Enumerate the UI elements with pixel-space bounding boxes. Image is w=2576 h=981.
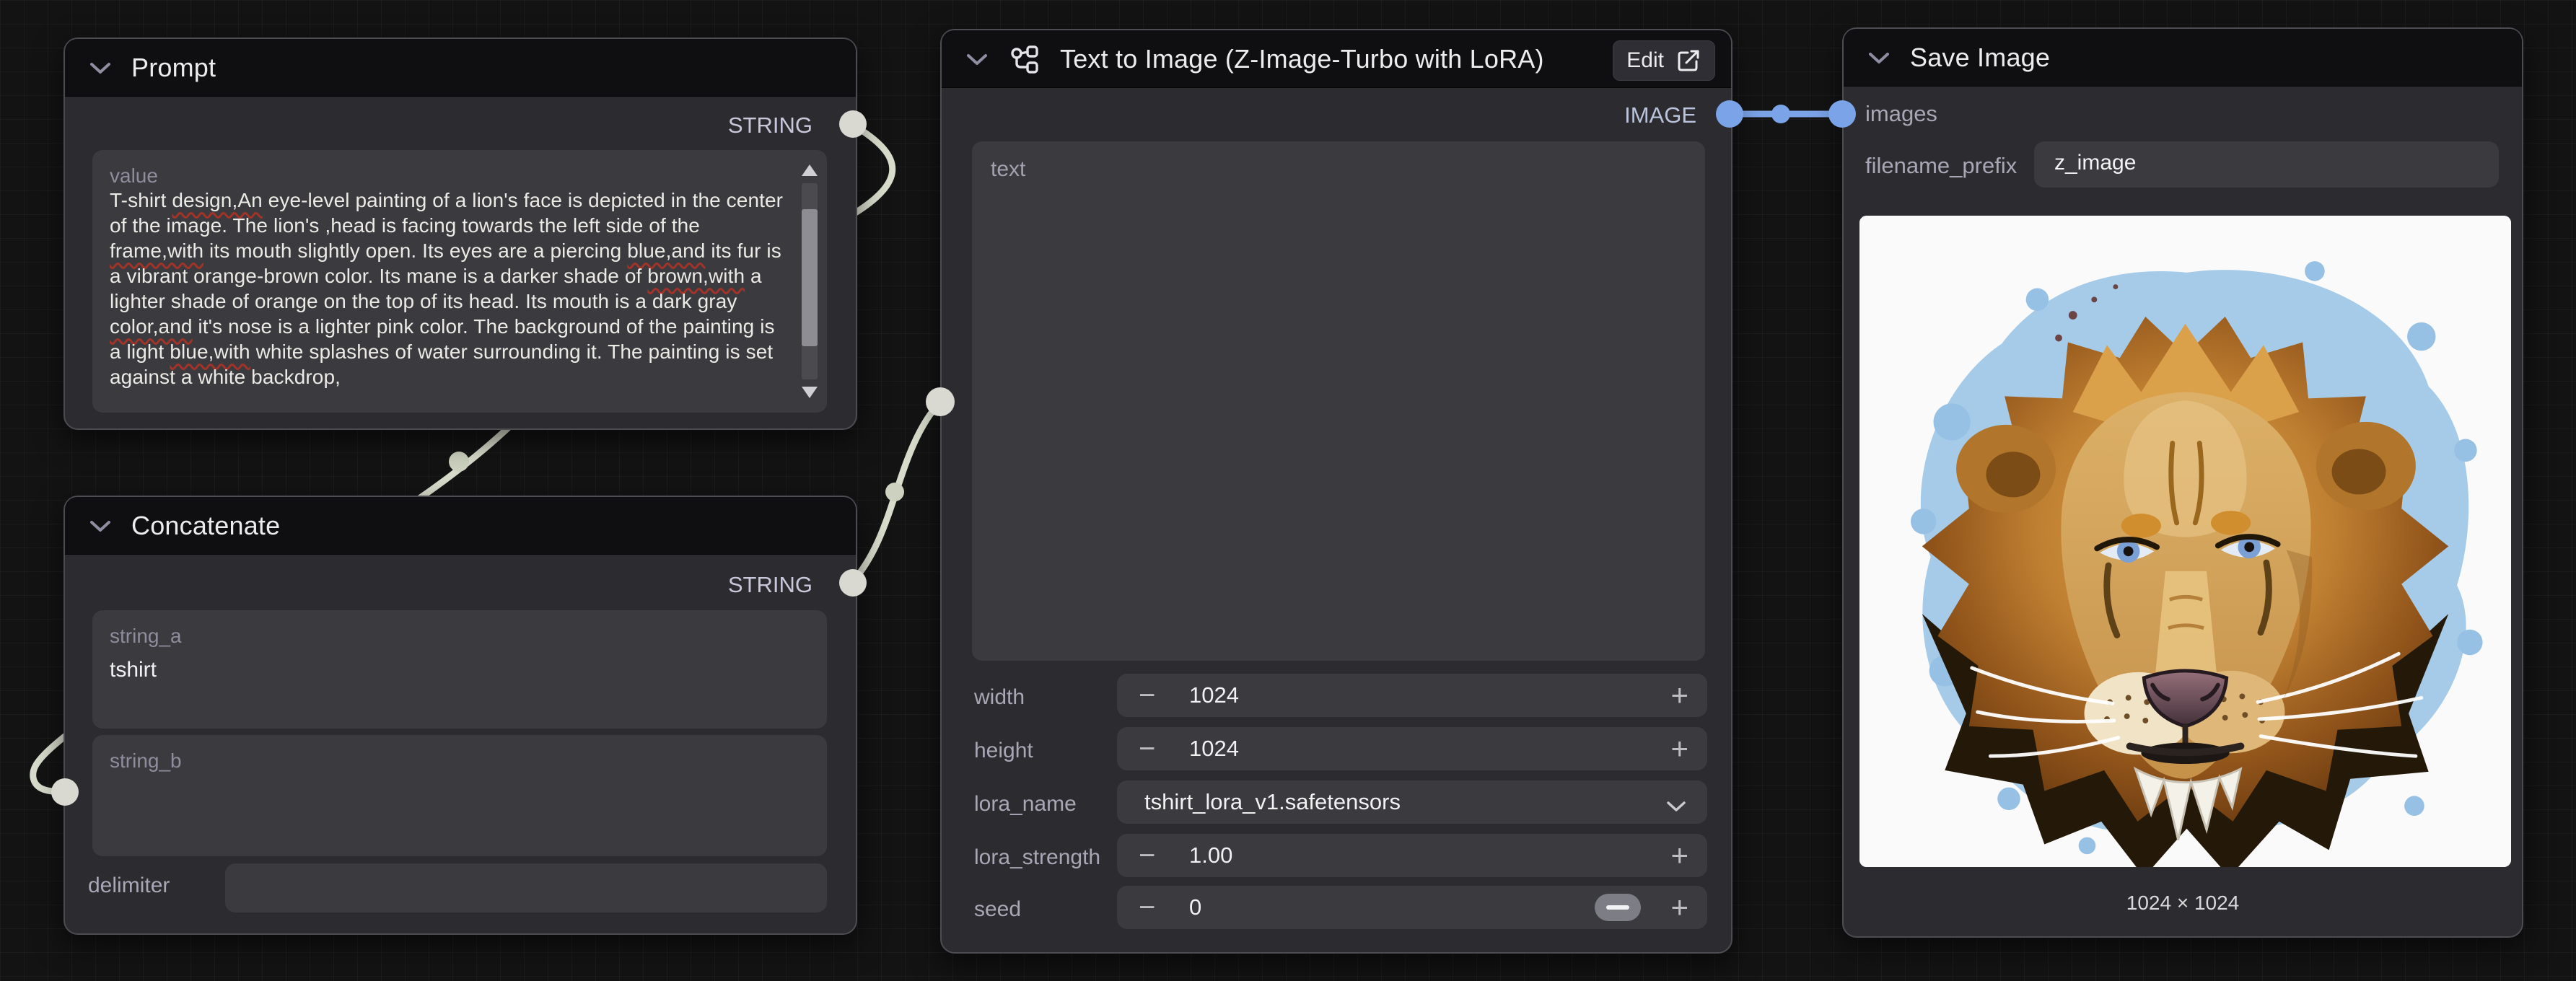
collapse-chevron-icon[interactable]: [966, 53, 988, 66]
decrement-icon[interactable]: −: [1139, 841, 1155, 870]
scrollbar-thumb[interactable]: [802, 209, 818, 346]
string-a-value[interactable]: tshirt: [110, 658, 810, 682]
generated-image-preview[interactable]: [1859, 216, 2511, 867]
node-prompt-header[interactable]: Prompt: [65, 39, 856, 97]
collapse-chevron-icon[interactable]: [89, 519, 111, 532]
textarea-scrollbar[interactable]: [799, 159, 820, 404]
port-concatenate-string-b-input[interactable]: [51, 778, 79, 806]
widget-label: lora_strength: [974, 845, 1100, 870]
decrement-icon[interactable]: −: [1139, 893, 1155, 922]
delimiter-input[interactable]: [225, 863, 827, 912]
height-number-widget[interactable]: − 1024 +: [1117, 727, 1707, 770]
port-concatenate-string-output[interactable]: [839, 569, 867, 597]
node-concatenate[interactable]: Concatenate STRING string_a tshirt strin…: [63, 496, 857, 935]
minus-icon: [1606, 905, 1629, 910]
widget-value[interactable]: tshirt_lora_v1.safetensors: [1144, 789, 1401, 815]
wire-midpoint-dot[interactable]: [449, 452, 469, 472]
string-a-textarea[interactable]: string_a tshirt: [92, 610, 827, 729]
widget-label: lora_name: [974, 792, 1077, 817]
widget-label: seed: [974, 897, 1021, 922]
increment-icon[interactable]: +: [1670, 840, 1688, 871]
external-link-icon: [1675, 48, 1701, 74]
port-text2image-image-output[interactable]: [1716, 100, 1743, 128]
filename-prefix-value[interactable]: z_image: [2054, 151, 2136, 175]
wire-midpoint-dot[interactable]: [885, 483, 904, 501]
increment-icon[interactable]: +: [1670, 680, 1688, 711]
node-save-image[interactable]: Save Image images filename_prefix z_imag…: [1842, 27, 2523, 938]
port-prompt-string-output[interactable]: [839, 110, 867, 138]
seed-number-widget[interactable]: − 0 +: [1117, 886, 1707, 929]
edit-button-label: Edit: [1626, 48, 1664, 73]
textarea-label: text: [991, 157, 1686, 182]
widget-value[interactable]: 0: [1189, 894, 1201, 920]
widget-label: width: [974, 685, 1025, 710]
collapse-chevron-icon[interactable]: [1868, 51, 1890, 64]
delimiter-label: delimiter: [88, 874, 170, 898]
node-prompt[interactable]: Prompt STRING value T-shirt design,An ey…: [63, 38, 857, 430]
node-title: Prompt: [131, 53, 216, 83]
widget-value[interactable]: 1.00: [1189, 843, 1232, 868]
node-title: Text to Image (Z-Image-Turbo with LoRA): [1060, 44, 1544, 74]
node-title: Save Image: [1910, 43, 2050, 73]
textarea-label: string_b: [110, 749, 810, 773]
lora-name-combo-widget[interactable]: tshirt_lora_v1.safetensors: [1117, 780, 1707, 824]
prompt-value-textarea[interactable]: value T-shirt design,An eye-level painti…: [92, 150, 827, 413]
output-slot-label-string: STRING: [728, 572, 812, 598]
string-b-textarea[interactable]: string_b: [92, 735, 827, 856]
filename-prefix-input[interactable]: z_image: [2034, 141, 2499, 188]
node-graph-canvas[interactable]: Prompt STRING value T-shirt design,An ey…: [0, 0, 2576, 981]
output-slot-label-image: IMAGE: [1624, 102, 1696, 128]
node-concatenate-header[interactable]: Concatenate: [65, 497, 856, 555]
widget-label: height: [974, 739, 1033, 763]
chevron-down-icon[interactable]: [1667, 787, 1686, 817]
increment-icon[interactable]: +: [1670, 892, 1688, 923]
text-textarea[interactable]: text: [972, 141, 1705, 661]
scroll-down-arrow-icon[interactable]: [802, 387, 818, 398]
edit-subgraph-button[interactable]: Edit: [1613, 40, 1715, 81]
prompt-text[interactable]: T-shirt design,An eye-level painting of …: [110, 188, 787, 390]
filename-prefix-label: filename_prefix: [1865, 153, 2017, 179]
width-number-widget[interactable]: − 1024 +: [1117, 674, 1707, 717]
widget-value[interactable]: 1024: [1189, 682, 1239, 708]
textarea-label: value: [110, 164, 787, 188]
decrement-icon[interactable]: −: [1139, 681, 1155, 710]
input-slot-label-images: images: [1865, 101, 1937, 127]
port-save-image-images-input[interactable]: [1828, 100, 1856, 128]
decrement-icon[interactable]: −: [1139, 734, 1155, 763]
lion-image: [1859, 216, 2511, 867]
scroll-up-arrow-icon[interactable]: [802, 164, 818, 176]
node-text-to-image[interactable]: Text to Image (Z-Image-Turbo with LoRA) …: [940, 29, 1732, 954]
image-dimensions-caption: 1024 × 1024: [1844, 892, 2522, 915]
node-title: Concatenate: [131, 511, 280, 541]
port-text2image-text-input[interactable]: [926, 387, 955, 416]
node-save-image-header[interactable]: Save Image: [1844, 29, 2522, 87]
collapse-chevron-icon[interactable]: [89, 61, 111, 74]
node-text-to-image-header[interactable]: Text to Image (Z-Image-Turbo with LoRA) …: [942, 30, 1731, 88]
wire-midpoint-dot[interactable]: [1771, 105, 1790, 123]
lora-strength-number-widget[interactable]: − 1.00 +: [1117, 834, 1707, 877]
output-slot-label-string: STRING: [728, 113, 812, 138]
widget-value[interactable]: 1024: [1189, 736, 1239, 762]
increment-icon[interactable]: +: [1670, 734, 1688, 764]
seed-decrement-button[interactable]: [1595, 894, 1641, 921]
textarea-label: string_a: [110, 625, 810, 648]
subgraph-icon: [1008, 43, 1040, 75]
